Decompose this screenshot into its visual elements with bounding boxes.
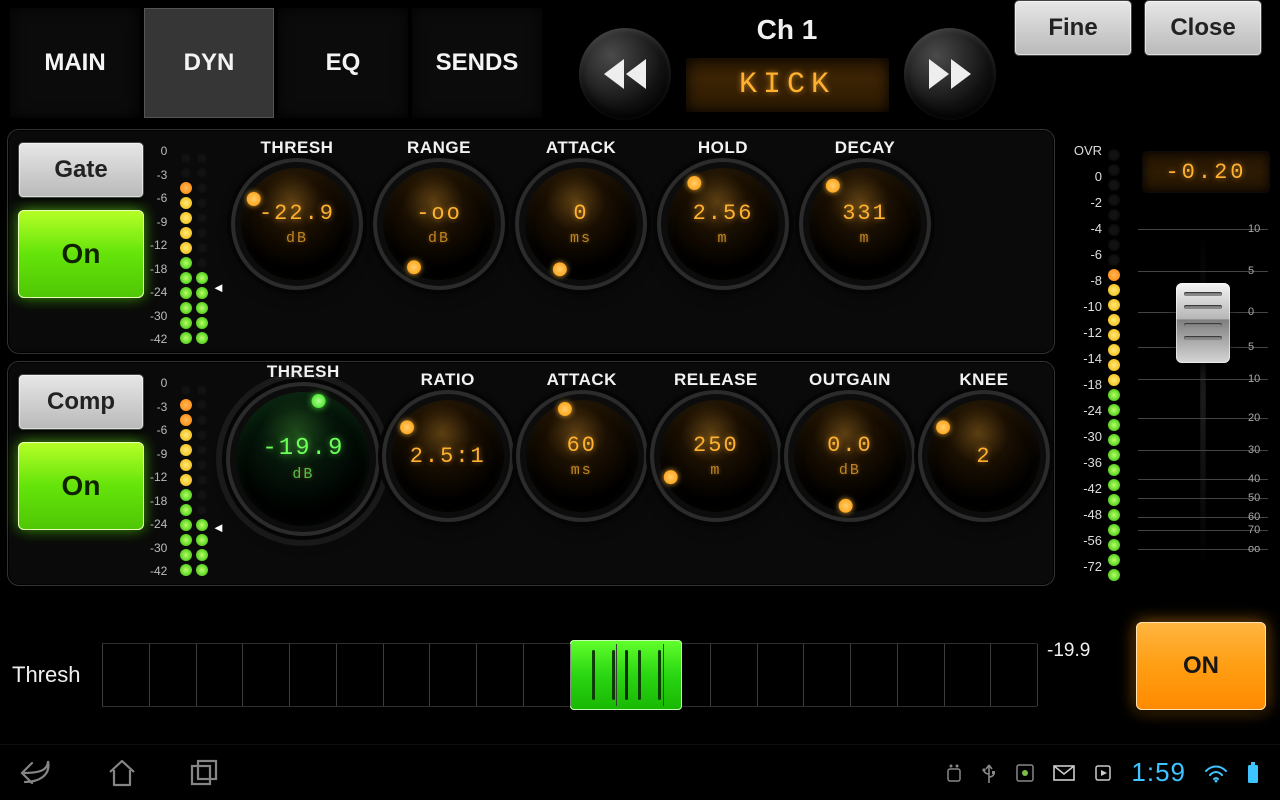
forward-icon [927, 59, 973, 89]
comp-knob-knee[interactable]: 2 [928, 400, 1040, 512]
play-store-icon [1093, 763, 1113, 783]
comp-knob-ratio[interactable]: 2.5:1 [392, 400, 504, 512]
android-icon-1 [945, 763, 963, 783]
bottom-param-label: Thresh [12, 662, 102, 688]
mail-icon [1053, 765, 1075, 781]
fine-button[interactable]: Fine [1014, 0, 1132, 56]
gate-knob-decay[interactable]: 331m [809, 168, 921, 280]
comp-panel: Comp On 0-3-6-9-12-18-24-30-42 ◄ THRESH -… [7, 361, 1055, 586]
comp-knob-attack[interactable]: 60ms [526, 400, 638, 512]
gate-knob-range[interactable]: -oodB [383, 168, 495, 280]
comp-threshold-marker: ◄ [212, 520, 225, 535]
gate-on-button[interactable]: On [18, 210, 144, 298]
prev-channel-button[interactable] [579, 28, 671, 120]
comp-knob-label-0: THRESH [267, 362, 340, 382]
android-system-bar: 1:59 [0, 744, 1280, 800]
fader-value-lcd: -0.20 [1142, 151, 1270, 193]
comp-knob-label-1: RATIO [421, 370, 475, 390]
gate-label-button[interactable]: Gate [18, 142, 144, 198]
next-channel-button[interactable] [904, 28, 996, 120]
bottom-param-value: -19.9 [1047, 640, 1127, 662]
battery-icon [1246, 762, 1260, 784]
gate-meter-1 [180, 144, 192, 344]
gate-knob-label-1: RANGE [407, 138, 471, 158]
comp-knob-label-2: ATTACK [547, 370, 617, 390]
comp-scale: 0-3-6-9-12-18-24-30-42 [150, 372, 167, 584]
back-icon[interactable] [20, 758, 56, 788]
fader-handle[interactable] [1176, 283, 1230, 363]
gate-scale: 0-3-6-9-12-18-24-30-42 [150, 140, 167, 352]
gate-threshold-marker: ◄ [212, 280, 225, 295]
status-clock: 1:59 [1131, 757, 1186, 788]
rewind-icon [602, 59, 648, 89]
close-button[interactable]: Close [1144, 0, 1262, 56]
threshold-slider[interactable] [102, 643, 1037, 707]
comp-knob-label-3: RELEASE [674, 370, 758, 390]
comp-knob-thresh[interactable]: -19.9dB [236, 392, 370, 526]
output-meter-scale: OVR0-2-4-6-8-10-12-14-18-24-30-36-42-48-… [1060, 141, 1102, 583]
threshold-on-button[interactable]: ON [1136, 622, 1266, 710]
comp-knob-outgain[interactable]: 0.0dB [794, 400, 906, 512]
recents-icon[interactable] [188, 758, 220, 788]
tab-main[interactable]: MAIN [10, 8, 140, 118]
debug-icon [1015, 763, 1035, 783]
gate-meter-2 [196, 144, 208, 344]
comp-on-button[interactable]: On [18, 442, 144, 530]
tab-sends[interactable]: SENDS [412, 8, 542, 118]
comp-meter-2 [196, 376, 208, 576]
home-icon[interactable] [106, 758, 138, 788]
output-meter [1108, 149, 1120, 581]
gate-knob-label-4: DECAY [835, 138, 895, 158]
gate-panel: Gate On 0-3-6-9-12-18-24-30-42 ◄ THRESH -… [7, 129, 1055, 354]
tab-eq[interactable]: EQ [278, 8, 408, 118]
gate-knob-attack[interactable]: 0ms [525, 168, 637, 280]
gate-knob-label-0: THRESH [261, 138, 334, 158]
gate-knob-thresh[interactable]: -22.9dB [241, 168, 353, 280]
gate-knob-label-3: HOLD [698, 138, 748, 158]
channel-name-lcd[interactable]: KICK [685, 57, 890, 113]
comp-label-button[interactable]: Comp [18, 374, 144, 430]
gate-knob-label-2: ATTACK [546, 138, 616, 158]
threshold-slider-handle[interactable] [570, 640, 682, 710]
gate-knob-hold[interactable]: 2.56m [667, 168, 779, 280]
comp-knob-release[interactable]: 250m [660, 400, 772, 512]
tab-dyn[interactable]: DYN [144, 8, 274, 118]
usb-icon [981, 762, 997, 784]
wifi-icon [1204, 763, 1228, 783]
comp-knob-label-5: KNEE [959, 370, 1008, 390]
comp-knob-label-4: OUTGAIN [809, 370, 891, 390]
comp-meter-1 [180, 376, 192, 576]
channel-fader[interactable]: 1050510203040506070oo [1138, 229, 1268, 569]
